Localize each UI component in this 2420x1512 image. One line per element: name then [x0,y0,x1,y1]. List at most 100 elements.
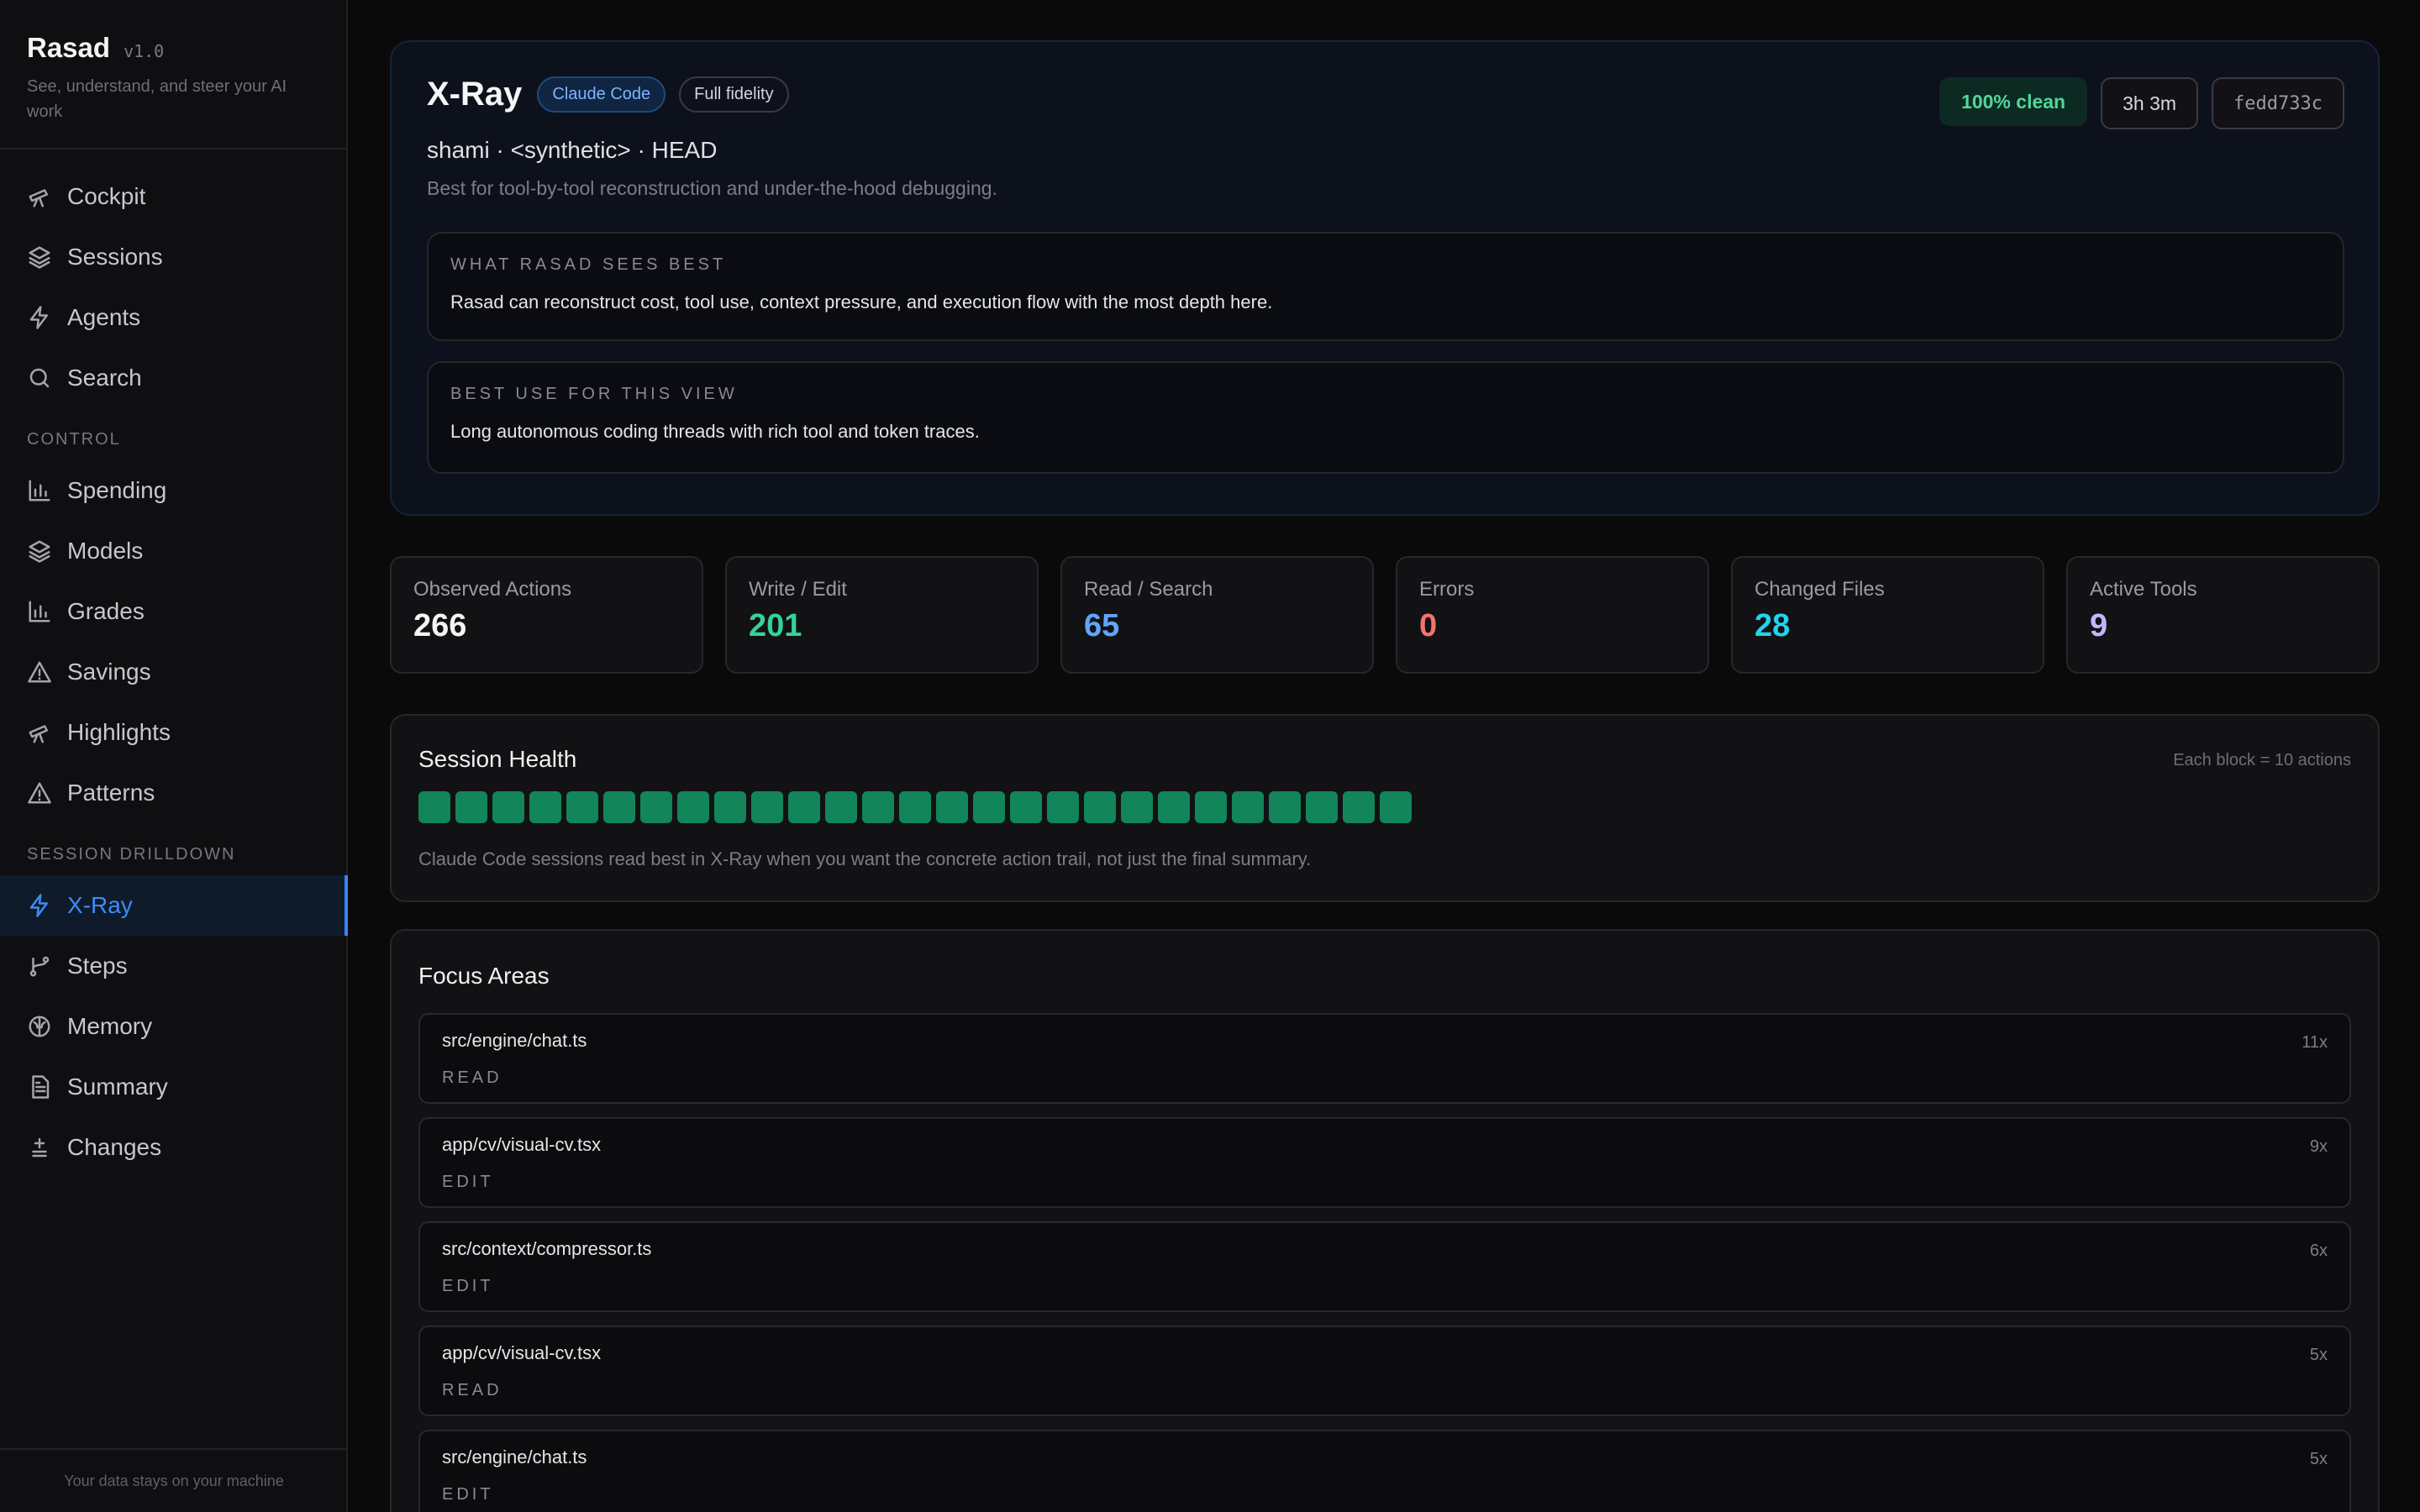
focus-count: 5x [2309,1346,2328,1364]
focus-path: src/context/compressor.ts [442,1238,652,1259]
info-card-body: Rasad can reconstruct cost, tool use, co… [450,291,1273,312]
stat-label: Observed Actions [413,578,572,601]
list-item[interactable]: src/engine/chat.ts READ 11x [418,1013,2351,1104]
sidebar-item-label: Models [67,538,144,564]
info-card-body: Long autonomous coding threads with rich… [450,421,980,442]
focus-path: src/engine/chat.ts [442,1446,587,1467]
sidebar-item-savings[interactable]: Savings [0,642,346,702]
sidebar-item-changes[interactable]: Changes [0,1117,346,1178]
agent-pill: Claude Code [537,76,666,113]
sidebar-item-grades[interactable]: Grades [0,581,346,642]
stat-value: 28 [1754,608,1791,643]
telescope-icon [29,189,48,207]
sidebar-item-label: Changes [67,1134,162,1160]
health-block [603,791,635,823]
list-item[interactable]: src/engine/chat.ts EDIT 5x [418,1430,2351,1512]
fidelity-pill: Full fidelity [679,76,789,113]
health-block [1158,791,1190,823]
info-card-best-use: BEST USE FOR THIS VIEW Long autonomous c… [427,361,2344,474]
stat-label: Read / Search [1084,578,1213,601]
sidebar-item-label: Sessions [67,244,163,270]
list-item[interactable]: app/cv/visual-cv.tsx EDIT 9x [418,1117,2351,1208]
stat-label: Errors [1419,578,1475,601]
sidebar-item-steps[interactable]: Steps [0,936,346,996]
nav-section-control: CONTROL [27,430,121,449]
health-blocks [418,791,2351,823]
health-block [1047,791,1079,823]
clean-badge: 100% clean [1939,77,2088,126]
info-card-heading: WHAT RASAD SEES BEST [450,255,727,274]
health-block [455,791,487,823]
health-block [825,791,857,823]
stat-card: Active Tools 9 [2066,556,2380,674]
duration-badge: 3h 3m [2101,77,2199,129]
stat-value: 201 [749,608,802,643]
brain-icon [29,1016,50,1037]
sidebar-item-spending[interactable]: Spending [0,460,346,521]
stat-value: 0 [1419,608,1438,643]
health-block [1380,791,1412,823]
health-block [714,791,746,823]
focus-path: app/cv/visual-cv.tsx [442,1342,602,1363]
nav-section-drilldown: SESSION DRILLDOWN [27,845,236,864]
bolt-icon [29,894,48,917]
section-title: Focus Areas [418,963,550,989]
sidebar-item-label: Savings [67,659,151,685]
session-subtitle: shami · <synthetic> · HEAD [427,137,718,163]
brand: Rasad v1.0 See, understand, and steer yo… [0,0,346,150]
stat-value: 65 [1084,608,1120,643]
sidebar-item-label: Steps [67,953,128,979]
stat-card: Write / Edit 201 [725,556,1039,674]
focus-count: 6x [2309,1242,2328,1260]
health-block [936,791,968,823]
app-name: Rasad [27,32,111,63]
sidebar-item-x-ray[interactable]: X-Ray [0,875,348,936]
nav: Cockpit Sessions Agents Search CONTROL S… [0,150,348,1178]
sidebar-item-summary[interactable]: Summary [0,1057,346,1117]
sidebar-item-label: Grades [67,598,145,624]
focus-kind: EDIT [442,1277,494,1295]
focus-count: 5x [2309,1450,2328,1468]
sidebar-item-sessions[interactable]: Sessions [0,227,346,287]
health-legend-note: Each block = 10 actions [2173,751,2351,769]
git-branch-icon [29,956,50,977]
warning-icon [28,661,51,683]
sidebar-item-models[interactable]: Models [0,521,346,581]
stat-value: 266 [413,608,467,643]
sidebar-item-label: Summary [67,1074,168,1100]
focus-count: 9x [2309,1137,2328,1156]
stats-row: Observed Actions 266 Write / Edit 201 Re… [390,556,2380,674]
focus-kind: EDIT [442,1173,494,1191]
stat-card: Changed Files 28 [1731,556,2044,674]
focus-kind: READ [442,1381,502,1399]
health-block [529,791,561,823]
info-card-heading: BEST USE FOR THIS VIEW [450,385,738,403]
sidebar-item-search[interactable]: Search [0,348,346,408]
section-title: Session Health [418,746,577,772]
focus-path: src/engine/chat.ts [442,1030,587,1051]
sidebar-item-cockpit[interactable]: Cockpit [0,166,346,227]
health-block [1232,791,1264,823]
sidebar-item-agents[interactable]: Agents [0,287,346,348]
sidebar-item-label: X-Ray [67,892,133,918]
page-title: X-Ray [427,76,523,113]
health-block [1121,791,1153,823]
health-block [1306,791,1338,823]
sidebar-item-label: Agents [67,304,141,330]
list-item[interactable]: app/cv/visual-cv.tsx READ 5x [418,1326,2351,1416]
bolt-icon [29,306,48,329]
commit-badge[interactable]: fedd733c [2212,77,2344,129]
health-block [1195,791,1227,823]
health-block [566,791,598,823]
list-item[interactable]: src/context/compressor.ts EDIT 6x [418,1221,2351,1312]
health-block [1010,791,1042,823]
sidebar-item-memory[interactable]: Memory [0,996,346,1057]
sidebar-item-label: Highlights [67,719,171,745]
warning-icon [28,782,51,804]
info-card-sees-best: WHAT RASAD SEES BEST Rasad can reconstru… [427,232,2344,341]
layers-icon [29,540,50,563]
sidebar-item-patterns[interactable]: Patterns [0,763,346,823]
sidebar-item-label: Cockpit [67,183,146,209]
stat-value: 9 [2090,608,2108,643]
sidebar-item-highlights[interactable]: Highlights [0,702,346,763]
